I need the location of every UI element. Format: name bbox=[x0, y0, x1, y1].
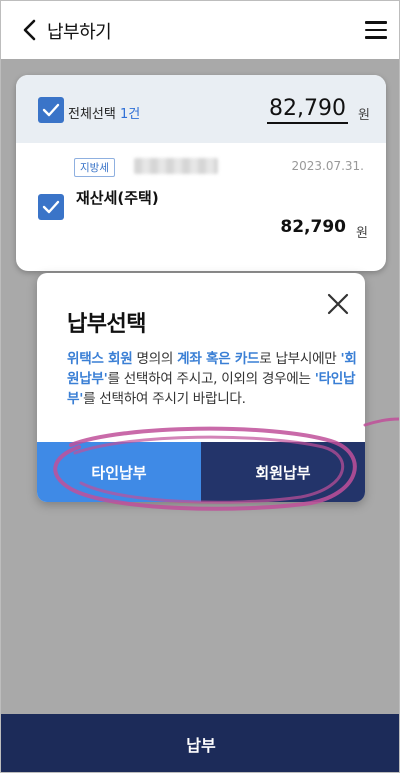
payment-select-modal: 납부선택 위택스 회원 명의의 계좌 혹은 카드로 납부시에만 '회원납부'를 … bbox=[37, 273, 365, 502]
select-all-label: 전체선택 1건 bbox=[68, 103, 140, 122]
close-icon bbox=[327, 293, 349, 315]
menu-button[interactable] bbox=[365, 21, 387, 39]
hamburger-menu-icon bbox=[365, 21, 387, 24]
selected-count: 1건 bbox=[119, 107, 141, 122]
due-date: 2023.07.31. bbox=[291, 159, 364, 173]
msg-text-1: 명의의 bbox=[132, 351, 178, 367]
msg-account-card: 계좌 혹은 카드 bbox=[177, 351, 260, 367]
msg-text-2: 로 납부시에만 bbox=[259, 351, 341, 367]
modal-message: 위택스 회원 명의의 계좌 혹은 카드로 납부시에만 '회원납부'를 선택하여 … bbox=[67, 349, 357, 409]
item-currency: 원 bbox=[356, 226, 368, 241]
card-header: 전체선택 1건 82,790 원 bbox=[16, 75, 386, 143]
pay-button[interactable]: 납부 bbox=[1, 714, 399, 772]
app-header: 납부하기 bbox=[1, 1, 399, 59]
select-all-text: 전체선택 bbox=[68, 107, 116, 122]
tax-type-badge: 지방세 bbox=[74, 158, 115, 177]
total-currency: 원 bbox=[358, 108, 370, 123]
payment-card: 전체선택 1건 82,790 원 지방세 2023.07.31. 재산세(주택)… bbox=[16, 75, 386, 271]
page-title: 납부하기 bbox=[47, 22, 112, 43]
check-icon bbox=[42, 103, 60, 117]
item-checkbox[interactable] bbox=[38, 194, 64, 220]
msg-text-4: 를 선택하여 주시기 바랍니다. bbox=[83, 391, 246, 407]
back-button[interactable] bbox=[17, 17, 41, 43]
blurred-owner-name bbox=[134, 158, 218, 174]
tax-item-name: 재산세(주택) bbox=[76, 189, 159, 207]
app-frame: 납부하기 전체선택 1건 82,790 원 지방세 2023.07.31. 재산… bbox=[0, 0, 400, 773]
tax-item: 지방세 2023.07.31. 재산세(주택) 82,790 원 bbox=[16, 143, 386, 271]
total-amount: 82,790 bbox=[267, 96, 348, 124]
other-payment-button[interactable]: 타인납부 bbox=[37, 442, 201, 502]
item-amount: 82,790 bbox=[280, 217, 346, 237]
chevron-left-icon bbox=[23, 19, 36, 41]
select-all-checkbox[interactable] bbox=[38, 97, 64, 123]
msg-text-3: 를 선택하여 주시고, 이외의 경우에는 bbox=[107, 371, 315, 387]
check-icon bbox=[42, 200, 60, 214]
modal-title: 납부선택 bbox=[67, 312, 146, 337]
member-payment-button[interactable]: 회원납부 bbox=[201, 442, 365, 502]
modal-button-row: 타인납부 회원납부 bbox=[37, 442, 365, 502]
msg-wetax-member: 위택스 회원 bbox=[67, 351, 133, 367]
close-button[interactable] bbox=[325, 291, 351, 317]
